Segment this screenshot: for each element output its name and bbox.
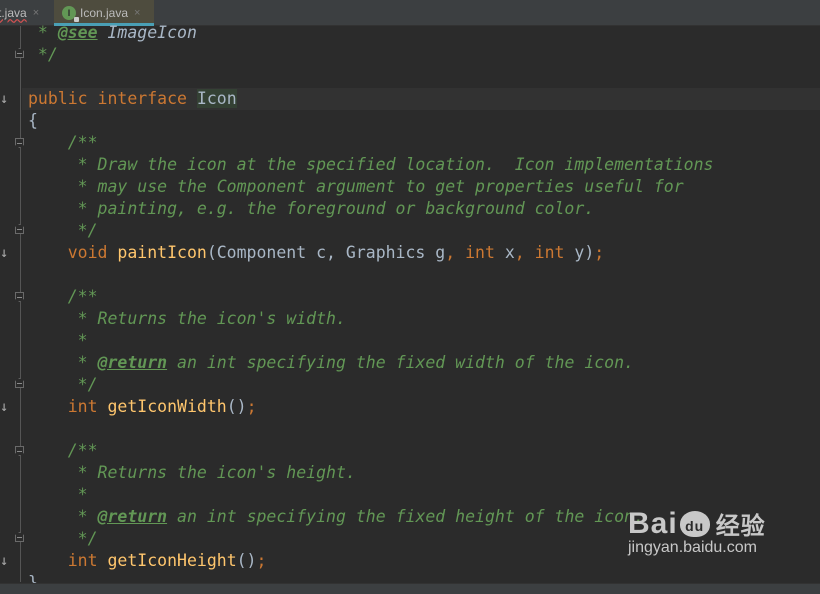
code-line: */ — [28, 44, 58, 66]
code-token: * — [28, 485, 88, 504]
fold-start-icon[interactable] — [15, 138, 24, 148]
paw-logo-icon: du — [679, 510, 710, 537]
code-token: * — [28, 23, 58, 42]
code-token: * — [28, 507, 98, 526]
code-token: () — [226, 397, 247, 416]
watermark-cn: 经验 — [715, 513, 766, 540]
implemented-by-icon[interactable]: ↓ — [0, 246, 8, 260]
code-token: (Component c, Graphics g — [206, 243, 446, 262]
code-token: ImageIcon — [97, 23, 197, 42]
code-token: getIconHeight — [107, 551, 237, 570]
implemented-by-icon[interactable]: ↓ — [0, 400, 8, 414]
code-token: /** — [28, 287, 98, 306]
code-line: * Draw the icon at the specified locatio… — [28, 154, 714, 176]
code-token: * may use the Component argument to get … — [28, 177, 684, 196]
lock-icon — [74, 16, 79, 22]
close-icon[interactable]: × — [33, 7, 39, 19]
code-token: an int specifying the fixed height of th… — [167, 507, 644, 526]
code-token: , int — [514, 243, 575, 262]
code-line: /** — [28, 286, 98, 308]
code-line: * may use the Component argument to get … — [28, 176, 684, 198]
code-token: * Draw the icon at the specified locatio… — [28, 155, 714, 174]
fold-end-icon[interactable] — [15, 48, 24, 58]
code-token: paintIcon — [117, 243, 207, 262]
code-token: @return — [97, 353, 168, 372]
fold-end-icon[interactable] — [15, 224, 24, 234]
code-token: /** — [28, 133, 98, 152]
code-token: { — [28, 111, 38, 130]
code-token: ; — [594, 243, 605, 262]
code-token: */ — [28, 221, 98, 240]
gutter-divider — [20, 26, 21, 582]
code-line: */ — [28, 528, 98, 550]
code-token: @see — [57, 23, 98, 42]
code-line: int getIconHeight(); — [28, 550, 267, 572]
interface-letter: I — [67, 7, 71, 18]
code-token: ; — [256, 551, 267, 570]
code-token: public interface — [28, 89, 197, 108]
code-line: * Returns the icon's width. — [28, 308, 346, 330]
baidu-watermark: Bai du 经验 jingyan.baidu.com — [628, 506, 766, 557]
code-line: * @see ImageIcon — [28, 22, 197, 44]
code-line: */ — [28, 374, 98, 396]
code-token: y) — [574, 243, 595, 262]
code-line: /** — [28, 440, 98, 462]
code-token: * painting, e.g. the foreground or backg… — [28, 199, 595, 218]
fold-end-icon[interactable] — [15, 532, 24, 542]
code-line: * @return an int specifying the fixed he… — [28, 506, 644, 528]
code-token: * — [28, 331, 88, 350]
close-icon[interactable]: × — [134, 7, 140, 19]
code-token: int — [28, 551, 108, 570]
implemented-by-icon[interactable]: ↓ — [0, 554, 8, 568]
watermark-url: jingyan.baidu.com — [628, 539, 757, 556]
tab-label: Icon.java — [80, 5, 129, 20]
code-line: /** — [28, 132, 98, 154]
tab-label: t.java — [0, 5, 27, 20]
code-line: * — [28, 330, 88, 352]
code-line: { — [28, 110, 38, 132]
code-token: @return — [97, 507, 168, 526]
fold-start-icon[interactable] — [15, 446, 24, 456]
code-token: int — [28, 397, 108, 416]
code-line: */ — [28, 220, 98, 242]
code-token: x — [504, 243, 515, 262]
interface-icon: I — [62, 5, 79, 22]
code-token: , int — [445, 243, 505, 262]
code-token: */ — [28, 375, 98, 394]
code-token: getIconWidth — [107, 397, 227, 416]
code-line: * Returns the icon's height. — [28, 462, 356, 484]
code-line: void paintIcon(Component c, Graphics g, … — [28, 242, 604, 264]
code-token: * Returns the icon's height. — [28, 463, 356, 482]
watermark-brand: Bai — [628, 506, 678, 540]
code-token: */ — [28, 529, 98, 548]
code-token: * Returns the icon's width. — [28, 309, 346, 328]
code-token: /** — [28, 441, 98, 460]
code-token: ; — [246, 397, 257, 416]
code-line: * @return an int specifying the fixed wi… — [28, 352, 634, 374]
fold-start-icon[interactable] — [15, 292, 24, 302]
fold-end-icon[interactable] — [15, 378, 24, 388]
code-token: an int specifying the fixed width of the… — [167, 353, 634, 372]
code-line: * — [28, 484, 88, 506]
implemented-by-icon[interactable]: ↓ — [0, 92, 8, 106]
code-token: Icon — [196, 89, 237, 108]
code-token: () — [236, 551, 257, 570]
code-token: * — [28, 353, 98, 372]
code-line: * painting, e.g. the foreground or backg… — [28, 198, 595, 220]
status-strip — [0, 583, 820, 594]
code-token: */ — [28, 45, 58, 64]
code-line: public interface Icon — [28, 88, 237, 110]
code-line: int getIconWidth(); — [28, 396, 257, 418]
code-token: void — [28, 243, 118, 262]
